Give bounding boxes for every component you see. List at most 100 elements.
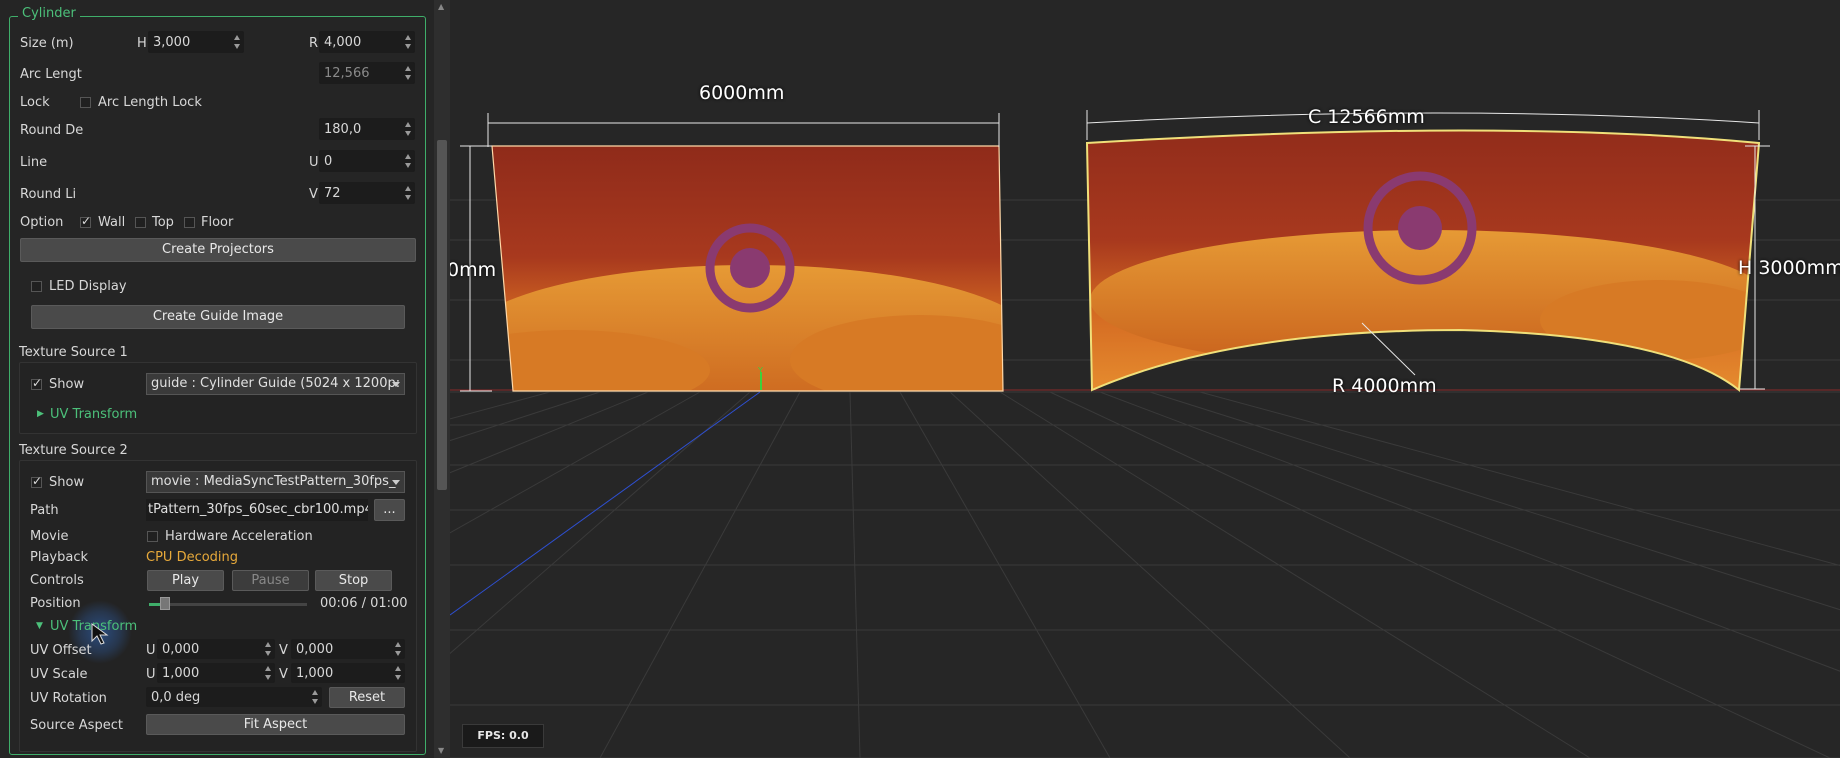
texture2-source-value: movie : MediaSyncTestPattern_30fps_	[151, 474, 396, 489]
pause-button[interactable]: Pause	[232, 570, 309, 591]
texture-source-2-title: Texture Source 2	[19, 443, 128, 458]
round-line-v-value: 72	[324, 186, 341, 201]
texture1-uv-transform-toggle[interactable]: UV Transform	[50, 407, 137, 422]
size-r-label: R	[309, 36, 319, 51]
panel-scrollbar[interactable]: ▲ ▼	[434, 0, 450, 758]
texture2-show-label: Show	[49, 475, 85, 490]
height-value: 3,000	[153, 35, 191, 50]
uv-offset-label: UV Offset	[30, 643, 92, 658]
uv-scale-v-value: 1,000	[296, 666, 334, 681]
texture2-source-select[interactable]: movie : MediaSyncTestPattern_30fps_	[146, 471, 405, 493]
scroll-down-icon[interactable]: ▼	[438, 746, 444, 755]
top-label: Top	[152, 215, 174, 230]
uv-scale-u-spinbox[interactable]: 1,000	[157, 663, 275, 683]
position-slider-handle[interactable]	[159, 597, 170, 610]
spin-arrows-icon[interactable]	[404, 185, 412, 201]
top-checkbox[interactable]	[135, 217, 146, 228]
spin-arrows-icon[interactable]	[264, 641, 272, 657]
spin-arrows-icon[interactable]	[394, 641, 402, 657]
line-label: Line	[20, 155, 48, 170]
lock-label: Lock	[20, 95, 50, 110]
spin-arrows-icon[interactable]	[404, 34, 412, 50]
arc-length-spinbox: 12,566	[319, 62, 415, 84]
path-input[interactable]: tPattern_30fps_60sec_cbr100.mp4	[146, 499, 368, 521]
create-projectors-button[interactable]: Create Projectors	[20, 238, 416, 262]
reset-button[interactable]: Reset	[329, 687, 405, 708]
fit-aspect-button[interactable]: Fit Aspect	[146, 714, 405, 735]
uv-offset-u-spinbox[interactable]: 0,000	[157, 639, 275, 659]
texture-source-1-title: Texture Source 1	[19, 345, 128, 360]
uv-scale-v-label: V	[279, 667, 288, 682]
path-value: tPattern_30fps_60sec_cbr100.mp4	[148, 502, 368, 517]
source-aspect-label: Source Aspect	[30, 718, 123, 733]
line-u-value: 0	[324, 154, 333, 169]
texture2-show-checkbox[interactable]	[31, 474, 42, 488]
line-u-label: U	[309, 155, 319, 170]
wall-checkbox[interactable]	[80, 214, 91, 228]
width-dimension-label: 6000mm	[699, 82, 785, 104]
hardware-acceleration-label: Hardware Acceleration	[165, 529, 313, 544]
led-display-checkbox[interactable]	[31, 281, 42, 292]
spin-arrows-icon[interactable]	[264, 665, 272, 681]
arc-length-value: 12,566	[324, 66, 370, 81]
uv-scale-v-spinbox[interactable]: 1,000	[291, 663, 405, 683]
texture1-source-select[interactable]: guide : Cylinder Guide (5024 x 1200p:	[146, 373, 405, 395]
position-slider-track[interactable]	[149, 603, 307, 606]
chevron-right-icon[interactable]: ▶	[37, 409, 44, 419]
spin-arrows-icon[interactable]	[394, 665, 402, 681]
hardware-acceleration-checkbox[interactable]	[147, 531, 158, 542]
spin-arrows-icon[interactable]	[404, 153, 412, 169]
spin-arrows-icon[interactable]	[233, 34, 241, 50]
scene-canvas	[450, 110, 1840, 758]
texture1-show-label: Show	[49, 377, 85, 392]
cylinder-group-title: Cylinder	[18, 6, 80, 21]
uv-scale-u-label: U	[146, 667, 156, 682]
create-guide-image-button[interactable]: Create Guide Image	[31, 305, 405, 329]
play-button[interactable]: Play	[147, 570, 224, 591]
y-axis-label: Y	[758, 366, 763, 375]
scrollbar-thumb[interactable]	[437, 140, 447, 490]
flat-screen-texture	[492, 146, 1003, 391]
height-dimension-left-label: 0mm	[450, 259, 497, 281]
round-line-label: Round Li	[20, 187, 77, 202]
position-label: Position	[30, 596, 81, 611]
round-degree-label: Round De	[20, 123, 84, 138]
texture1-show-checkbox[interactable]	[31, 376, 42, 390]
arc-length-lock-checkbox[interactable]	[80, 97, 91, 108]
cylinder-screen-texture	[1087, 130, 1759, 390]
mouse-cursor-icon	[91, 623, 109, 645]
scroll-up-icon[interactable]: ▲	[438, 2, 444, 11]
uv-rotation-value: 0,0 deg	[151, 690, 201, 705]
texture1-source-value: guide : Cylinder Guide (5024 x 1200p:	[151, 376, 401, 391]
round-degree-value: 180,0	[324, 122, 362, 137]
playback-value: CPU Decoding	[146, 550, 239, 565]
position-time: 00:06 / 01:00	[320, 596, 408, 611]
round-degree-spinbox[interactable]: 180,0	[319, 118, 415, 140]
spin-arrows-icon[interactable]	[311, 689, 319, 705]
floor-checkbox[interactable]	[184, 217, 195, 228]
spin-arrows-icon[interactable]	[404, 121, 412, 137]
floor-label: Floor	[201, 215, 234, 230]
uv-rotation-label: UV Rotation	[30, 691, 107, 706]
arc-length-label: Arc Lengt	[20, 67, 82, 82]
uv-offset-u-value: 0,000	[162, 642, 200, 657]
uv-offset-v-spinbox[interactable]: 0,000	[291, 639, 405, 659]
3d-viewport[interactable]: 6000mm 0mm C 12566mm H 3000mm R 4000mm Y…	[450, 0, 1840, 758]
wall-label: Wall	[98, 215, 126, 230]
height-dimension-right-label: H 3000mm	[1738, 257, 1840, 279]
round-line-v-spinbox[interactable]: 72	[319, 182, 415, 204]
browse-button[interactable]: ...	[374, 499, 405, 521]
chevron-down-icon[interactable]: ▼	[36, 621, 43, 631]
height-spinbox[interactable]: 3,000	[148, 31, 244, 53]
uv-rotation-spinbox[interactable]: 0,0 deg	[146, 687, 322, 707]
uv-offset-u-label: U	[146, 643, 156, 658]
size-label: Size (m)	[20, 36, 74, 51]
spin-arrows-icon	[404, 65, 412, 81]
fps-counter: FPS: 0.0	[462, 724, 544, 748]
properties-panel: Cylinder Size (m) H 3,000 R 4,000 Arc Le…	[0, 0, 434, 758]
radius-spinbox[interactable]: 4,000	[319, 31, 415, 53]
chevron-down-icon	[392, 480, 400, 485]
line-u-spinbox[interactable]: 0	[319, 150, 415, 172]
path-label: Path	[30, 503, 59, 518]
stop-button[interactable]: Stop	[315, 570, 392, 591]
